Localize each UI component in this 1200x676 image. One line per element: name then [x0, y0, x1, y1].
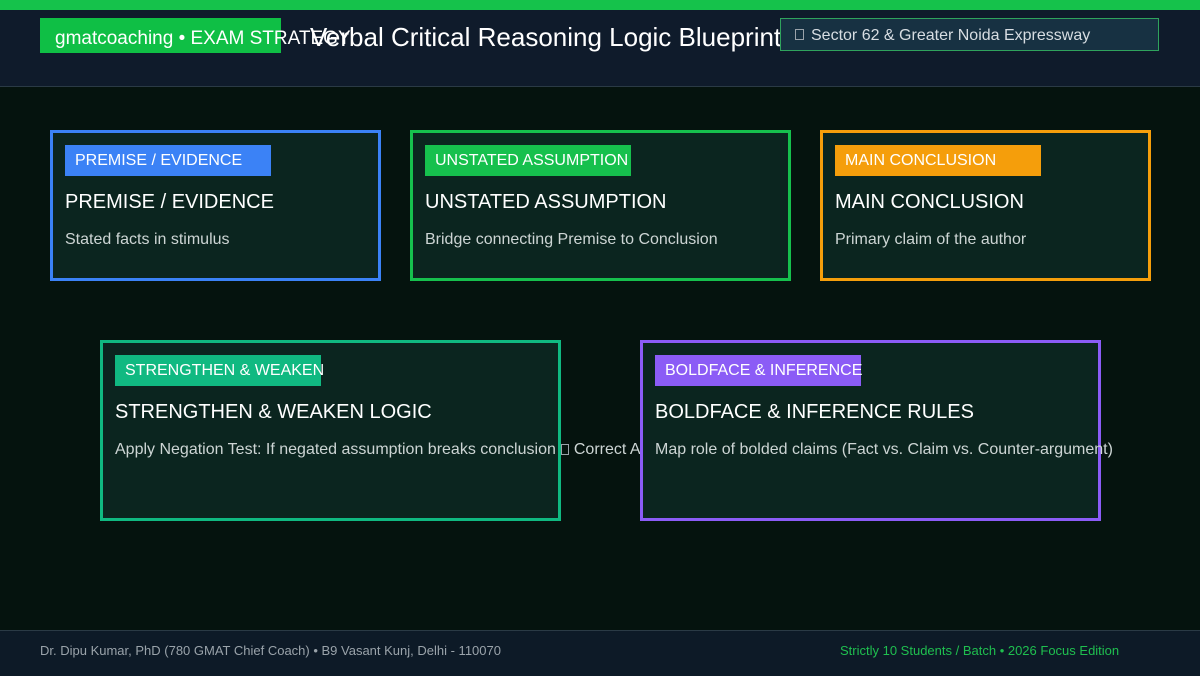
card-title-strengthen: STRENGTHEN & WEAKEN LOGIC [115, 401, 432, 423]
card-tag-premise: PREMISE / EVIDENCE [65, 145, 271, 176]
brand-label: gmatcoaching • EXAM STRATEGY [55, 28, 351, 49]
footer-contact: Dr. Dipu Kumar, PhD (780 GMAT Chief Coac… [40, 643, 501, 658]
page-title: Verbal Critical Reasoning Logic Blueprin… [310, 22, 782, 52]
top-accent-strip [0, 0, 1200, 10]
location-text: Sector 62 & Greater Noida Expressway [811, 27, 1091, 44]
card-desc-assumption: Bridge connecting Premise to Conclusion [425, 231, 718, 248]
card-tag-strengthen: STRENGTHEN & WEAKEN [115, 355, 324, 386]
card-desc-premise: Stated facts in stimulus [65, 231, 230, 248]
card-tag-boldface: BOLDFACE & INFERENCE [655, 355, 862, 386]
arrow-icon [560, 444, 569, 455]
card-desc-boldface: Map role of bolded claims (Fact vs. Clai… [655, 441, 1113, 458]
footer-edition: Strictly 10 Students / Batch • 2026 Focu… [840, 643, 1120, 658]
card-title-premise: PREMISE / EVIDENCE [65, 191, 274, 213]
card-desc-strengthen-tail: Correct A [573, 441, 641, 458]
card-title-assumption: UNSTATED ASSUMPTION [425, 191, 667, 213]
card-title-conclusion: MAIN CONCLUSION [835, 191, 1024, 213]
card-desc-strengthen: Apply Negation Test: If negated assumpti… [115, 441, 641, 459]
card-desc-strengthen-main: Apply Negation Test: If negated assumpti… [115, 441, 556, 458]
location-icon [795, 29, 804, 40]
card-desc-conclusion: Primary claim of the author [835, 231, 1027, 248]
card-title-boldface: BOLDFACE & INFERENCE RULES [655, 401, 974, 423]
card-tag-assumption: UNSTATED ASSUMPTION [425, 145, 631, 176]
card-tag-conclusion: MAIN CONCLUSION [835, 145, 1041, 176]
